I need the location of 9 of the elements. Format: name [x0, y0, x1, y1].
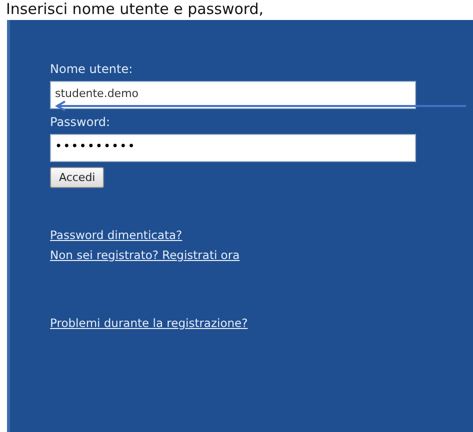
- text-link[interactable]: Non sei registrato? Registrati ora: [50, 248, 240, 262]
- instruction-text: Inserisci nome utente e password,: [6, 0, 264, 18]
- text-link[interactable]: Problemi durante la registrazione?: [50, 316, 248, 330]
- login-button[interactable]: Accedi: [50, 167, 104, 188]
- username-field[interactable]: studente.demo: [50, 81, 416, 109]
- password-field[interactable]: ••••••••••: [50, 134, 416, 162]
- text-link[interactable]: Password dimenticata?: [50, 228, 182, 242]
- password-label: Password:: [50, 114, 112, 131]
- username-label: Nome utente:: [50, 61, 134, 78]
